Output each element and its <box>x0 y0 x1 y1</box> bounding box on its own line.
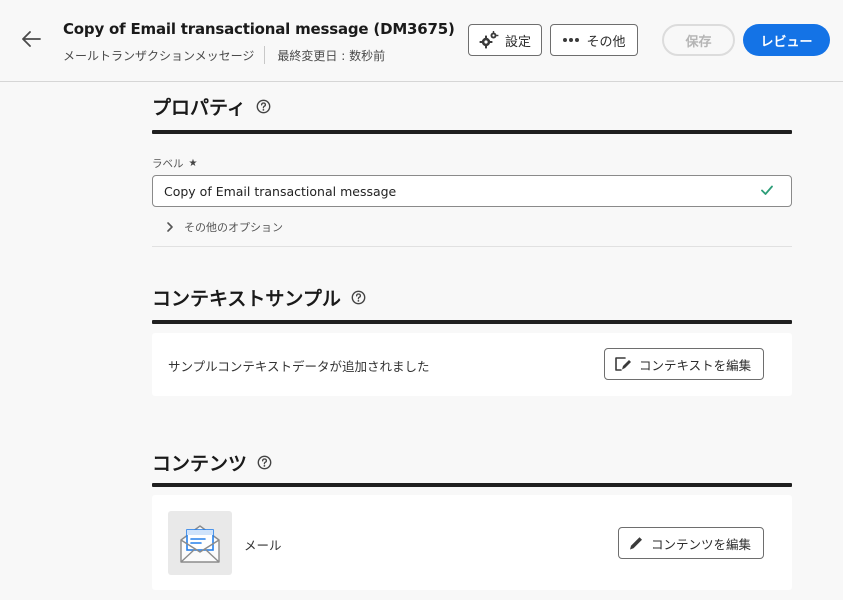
channel-label: メール <box>244 538 282 553</box>
section-divider <box>152 246 792 247</box>
more-dots-icon <box>563 38 580 42</box>
contents-rule <box>152 483 792 487</box>
label-input[interactable]: Copy of Email transactional message <box>152 175 792 207</box>
content-card: メール コンテンツを編集 <box>152 495 792 590</box>
more-options-label: その他のオプション <box>184 221 283 234</box>
review-button[interactable]: レビュー <box>743 24 830 56</box>
message-type: メールトランザクションメッセージ <box>63 48 255 63</box>
arrow-left-icon <box>22 31 41 47</box>
help-icon[interactable] <box>257 455 272 470</box>
help-icon[interactable] <box>256 99 271 114</box>
more-button[interactable]: その他 <box>550 24 638 56</box>
required-indicator: ★ <box>188 158 198 169</box>
edit-context-label: コンテキストを編集 <box>639 357 752 373</box>
label-field-label: ラベル ★ <box>152 156 197 171</box>
back-button[interactable] <box>18 26 44 52</box>
settings-button[interactable]: 設定 <box>468 24 542 56</box>
email-envelope-icon <box>180 525 220 563</box>
pencil-icon <box>630 537 642 550</box>
context-sample-title: コンテキストサンプル <box>152 288 341 310</box>
edit-context-button[interactable]: コンテキストを編集 <box>604 348 765 380</box>
label-text: ラベル <box>152 158 184 170</box>
context-sample-rule <box>152 320 792 324</box>
more-label: その他 <box>586 34 626 50</box>
top-header: Copy of Email transactional message (DM3… <box>0 0 843 82</box>
edit-context-icon <box>615 357 631 371</box>
properties-title: プロパティ <box>152 97 246 119</box>
last-modified: 最終変更日 : 数秒前 <box>277 48 386 63</box>
context-status-text: サンプルコンテキストデータが追加されました <box>168 359 430 374</box>
save-button[interactable]: 保存 <box>662 24 735 56</box>
properties-heading: プロパティ <box>152 93 271 120</box>
page-title: Copy of Email transactional message (DM3… <box>63 20 455 38</box>
settings-label: 設定 <box>504 34 531 50</box>
page-subtitle: メールトランザクションメッセージ 最終変更日 : 数秒前 <box>63 46 385 64</box>
subtitle-divider <box>264 46 266 64</box>
contents-heading: コンテンツ <box>152 449 272 476</box>
properties-rule <box>152 130 792 134</box>
context-sample-card: サンプルコンテキストデータが追加されました コンテキストを編集 <box>152 333 792 396</box>
gear-icon <box>479 31 499 49</box>
checkmark-icon <box>761 185 773 195</box>
chevron-right-icon <box>167 222 173 232</box>
edit-content-label: コンテンツを編集 <box>651 536 752 552</box>
edit-content-button[interactable]: コンテンツを編集 <box>618 527 765 559</box>
contents-title: コンテンツ <box>152 453 248 475</box>
more-options-toggle[interactable]: その他のオプション <box>166 219 283 235</box>
context-sample-heading: コンテキストサンプル <box>152 284 366 311</box>
email-thumbnail <box>168 511 232 575</box>
help-icon[interactable] <box>351 290 366 305</box>
